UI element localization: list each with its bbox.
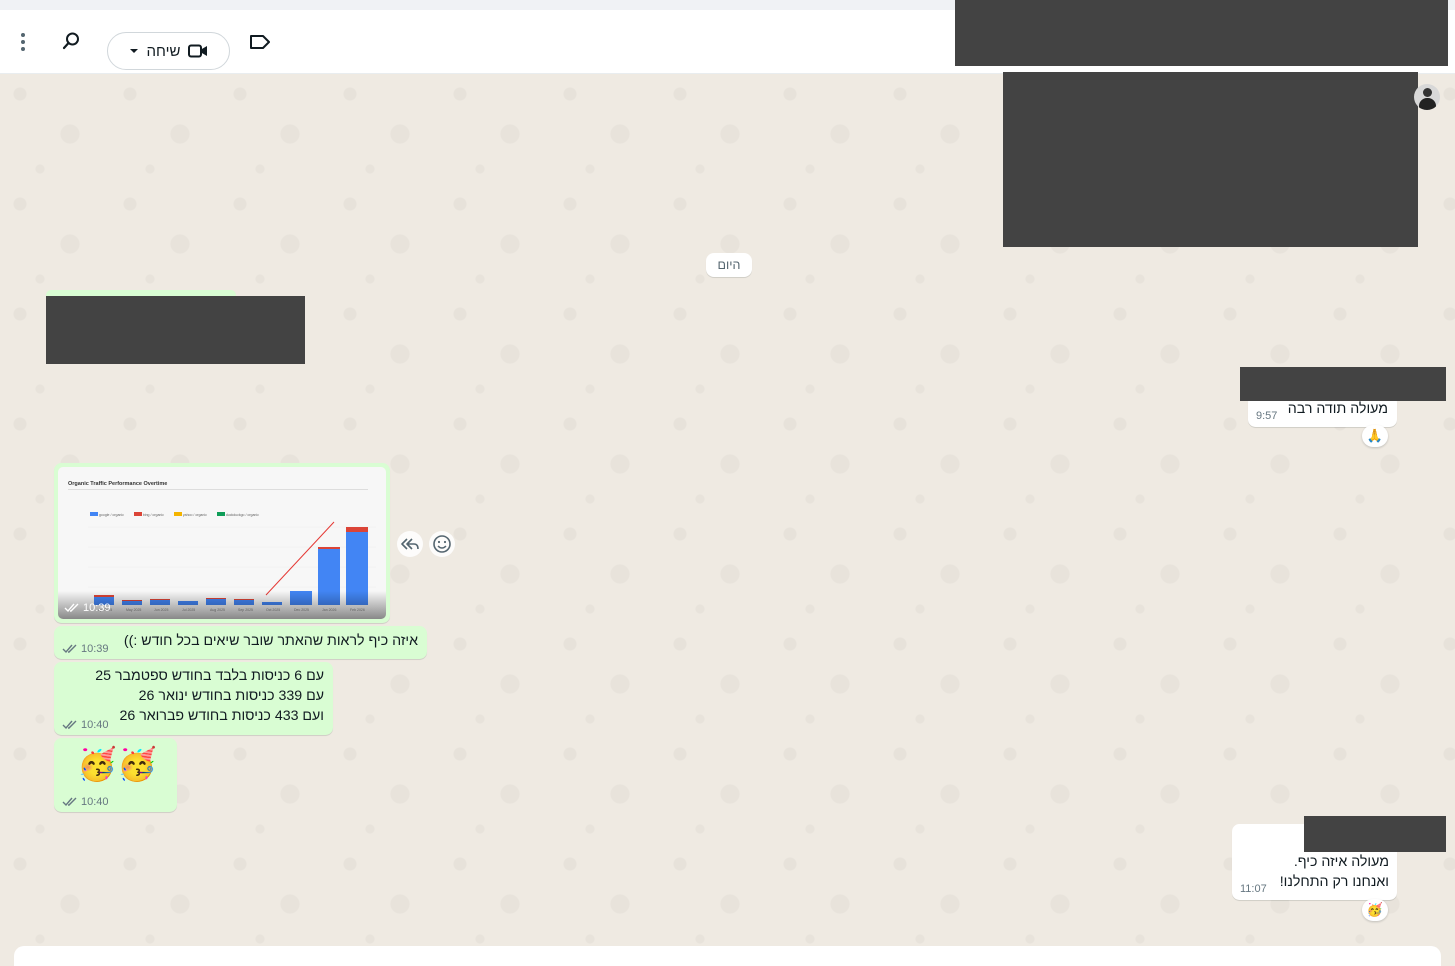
redacted-message xyxy=(46,296,305,364)
avatar[interactable] xyxy=(1414,84,1440,110)
menu-button[interactable] xyxy=(10,28,36,56)
message-line: עם 339 כניסות בחודש ינואר 26 xyxy=(138,688,324,704)
label-tag-icon xyxy=(250,35,270,49)
message-text: עם 6 כניסות בלבד בחודש ספטמבר 25 עם 339 … xyxy=(95,666,324,726)
outgoing-message[interactable]: איזה כיף לראות שהאתר שובר שיאים בכל חודש… xyxy=(54,626,427,659)
message-text: מעולה איזה כיף. ואנחנו רק התחלנו! xyxy=(1280,852,1389,892)
message-text: מעולה תודה רבה xyxy=(1287,401,1388,417)
message-time: 10:40 xyxy=(81,719,109,731)
double-check-icon xyxy=(62,644,77,654)
chat-header: שיחה xyxy=(0,0,1455,74)
call-button[interactable]: שיחה xyxy=(107,32,230,70)
message-meta: 10:40 xyxy=(62,796,109,808)
message-time: 10:40 xyxy=(81,796,109,808)
message-time: 10:39 xyxy=(83,602,111,614)
message-reaction[interactable]: 🥳 xyxy=(1362,899,1388,921)
image-meta: 10:39 xyxy=(64,602,111,614)
labels-button[interactable] xyxy=(246,28,274,56)
message-text: איזה כיף לראות שהאתר שובר שיאים בכל חודש… xyxy=(123,633,418,649)
double-check-icon xyxy=(62,797,77,807)
double-check-icon xyxy=(62,720,77,730)
message-composer[interactable] xyxy=(14,946,1441,966)
react-button[interactable] xyxy=(429,531,455,557)
date-divider: היום xyxy=(706,253,752,277)
message-time: 10:39 xyxy=(81,643,109,655)
redacted-message xyxy=(1304,816,1446,852)
message-line: מעולה איזה כיף. xyxy=(1293,854,1389,870)
video-camera-icon xyxy=(188,44,208,58)
chart-image-thumbnail[interactable]: Organic Traffic Performance Overtime goo… xyxy=(58,467,386,619)
emoji-icon xyxy=(433,535,451,553)
outgoing-message[interactable]: עם 6 כניסות בלבד בחודש ספטמבר 25 עם 339 … xyxy=(54,662,333,735)
party-face-emoji: 🥳🥳 xyxy=(77,746,157,782)
message-line: ועם 433 כניסות בחודש פברואר 26 xyxy=(119,708,324,724)
message-time: 11:07 xyxy=(1240,883,1267,895)
forward-button[interactable] xyxy=(397,531,423,557)
redacted-message xyxy=(1003,72,1418,247)
search-button[interactable] xyxy=(56,26,86,56)
redacted-contact-info xyxy=(955,0,1448,66)
message-line: ואנחנו רק התחלנו! xyxy=(1279,874,1389,890)
message-line: עם 6 כניסות בלבד בחודש ספטמבר 25 xyxy=(95,668,324,684)
double-check-icon xyxy=(64,603,79,613)
call-button-label: שיחה xyxy=(146,42,181,60)
outgoing-image-message[interactable]: Organic Traffic Performance Overtime goo… xyxy=(54,463,390,623)
message-time: 9:57 xyxy=(1256,410,1278,422)
redacted-message xyxy=(1240,367,1446,401)
reply-all-icon xyxy=(401,538,419,550)
chevron-down-icon xyxy=(129,49,138,53)
search-icon xyxy=(62,32,79,50)
message-meta: 10:40 xyxy=(62,719,109,731)
outgoing-emoji-message[interactable]: 🥳🥳 10:40 xyxy=(54,738,177,812)
more-vertical-icon xyxy=(21,33,25,51)
message-reaction[interactable]: 🙏 xyxy=(1362,425,1388,447)
message-meta: 10:39 xyxy=(62,643,109,655)
